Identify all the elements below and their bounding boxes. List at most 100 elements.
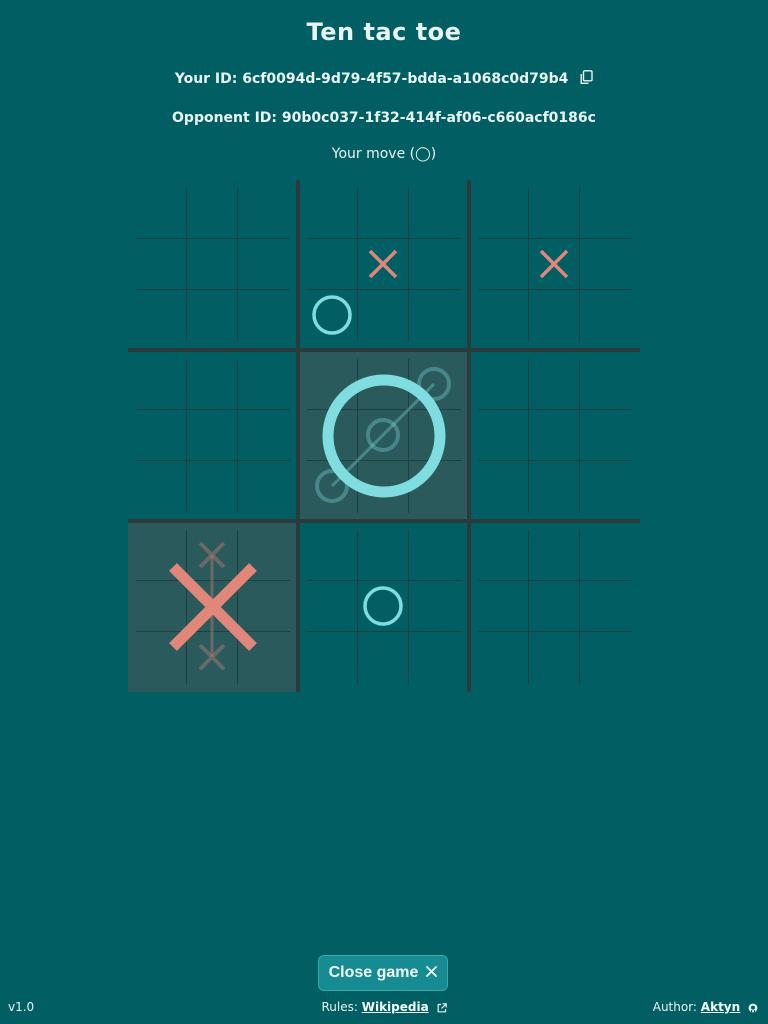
board-cell[interactable] — [307, 188, 357, 238]
board-cell[interactable] — [580, 188, 630, 238]
board-cell[interactable] — [580, 461, 630, 511]
board-cell[interactable] — [238, 581, 288, 631]
close-icon — [426, 964, 438, 982]
board-cell[interactable] — [238, 530, 288, 580]
board-cell[interactable] — [187, 632, 237, 682]
board-cell[interactable] — [238, 359, 288, 409]
board-cell[interactable] — [409, 188, 459, 238]
grid-line — [136, 289, 290, 290]
board-cell[interactable] — [529, 239, 579, 289]
board-cell[interactable] — [187, 239, 237, 289]
board-cell[interactable] — [307, 359, 357, 409]
board-cell[interactable] — [580, 530, 630, 580]
board-cell[interactable] — [136, 530, 186, 580]
board-cell[interactable] — [580, 239, 630, 289]
board-cell[interactable] — [136, 359, 186, 409]
board-cell[interactable] — [238, 290, 288, 340]
board-divider — [128, 519, 640, 523]
board-cell[interactable] — [409, 359, 459, 409]
board-cell[interactable] — [358, 239, 408, 289]
copy-icon[interactable] — [579, 70, 593, 85]
wikipedia-link[interactable]: Wikipedia — [362, 1000, 429, 1014]
board-cell[interactable] — [187, 188, 237, 238]
board-cell[interactable] — [358, 188, 408, 238]
board-cell[interactable] — [478, 461, 528, 511]
board-cell[interactable] — [358, 632, 408, 682]
board-cell[interactable] — [307, 410, 357, 460]
board-cell[interactable] — [136, 290, 186, 340]
board-cell[interactable] — [529, 581, 579, 631]
board-cell[interactable] — [529, 290, 579, 340]
board-cell[interactable] — [238, 632, 288, 682]
board-cell[interactable] — [409, 530, 459, 580]
board-cell[interactable] — [187, 530, 237, 580]
grid-line — [237, 188, 238, 342]
board-cell[interactable] — [478, 581, 528, 631]
board-cell[interactable] — [307, 239, 357, 289]
board-cell[interactable] — [478, 188, 528, 238]
author-link[interactable]: Aktyn — [701, 1000, 740, 1014]
board-cell[interactable] — [478, 359, 528, 409]
board-cell[interactable] — [580, 359, 630, 409]
grid-line — [408, 188, 409, 342]
board-cell[interactable] — [358, 581, 408, 631]
board-cell[interactable] — [187, 290, 237, 340]
board-cell[interactable] — [409, 581, 459, 631]
board-cell[interactable] — [187, 410, 237, 460]
board-cell[interactable] — [409, 410, 459, 460]
board-cell[interactable] — [580, 632, 630, 682]
board-cell[interactable] — [187, 461, 237, 511]
board-cell[interactable] — [409, 290, 459, 340]
board-cell[interactable] — [307, 461, 357, 511]
board-cell[interactable] — [187, 581, 237, 631]
board-cell[interactable] — [358, 530, 408, 580]
board-cell[interactable] — [529, 530, 579, 580]
board-cell[interactable] — [136, 239, 186, 289]
board-cell[interactable] — [136, 632, 186, 682]
board-cell[interactable] — [307, 530, 357, 580]
board-cell[interactable] — [478, 239, 528, 289]
board-cell[interactable] — [478, 410, 528, 460]
grid-line — [307, 580, 461, 581]
github-icon[interactable] — [748, 1002, 758, 1016]
rules-label: Rules: — [321, 1000, 358, 1014]
board-cell[interactable] — [238, 461, 288, 511]
board-cell[interactable] — [136, 581, 186, 631]
board-cell[interactable] — [580, 290, 630, 340]
board-cell[interactable] — [580, 410, 630, 460]
board-cell[interactable] — [238, 239, 288, 289]
board-cell[interactable] — [409, 632, 459, 682]
board-cell[interactable] — [238, 410, 288, 460]
board-cell[interactable] — [136, 410, 186, 460]
grid-line — [528, 530, 529, 684]
board-cell[interactable] — [358, 359, 408, 409]
board-cell[interactable] — [358, 290, 408, 340]
board-cell[interactable] — [238, 188, 288, 238]
board-cell[interactable] — [358, 410, 408, 460]
board-cell[interactable] — [307, 632, 357, 682]
board-cell[interactable] — [478, 290, 528, 340]
grid-line — [136, 580, 290, 581]
board-cell[interactable] — [529, 410, 579, 460]
board-cell[interactable] — [529, 188, 579, 238]
board-cell[interactable] — [409, 239, 459, 289]
board-cell[interactable] — [358, 461, 408, 511]
close-game-button[interactable]: Close game — [318, 955, 448, 991]
board-cell[interactable] — [307, 581, 357, 631]
board-cell[interactable] — [478, 632, 528, 682]
board-cell[interactable] — [478, 530, 528, 580]
board-cell[interactable] — [529, 359, 579, 409]
board-cell[interactable] — [136, 461, 186, 511]
board-cell[interactable] — [529, 461, 579, 511]
board-cell[interactable] — [136, 188, 186, 238]
your-id-value[interactable]: 6cf0094d-9d79-4f57-bdda-a1068c0d79b4 — [242, 71, 568, 87]
board-cell[interactable] — [307, 290, 357, 340]
grid-line — [579, 188, 580, 342]
grid-line — [357, 530, 358, 684]
board-cell[interactable] — [529, 632, 579, 682]
board-cell[interactable] — [409, 461, 459, 511]
board-cell[interactable] — [187, 359, 237, 409]
board-cell[interactable] — [580, 581, 630, 631]
grid-line — [307, 460, 461, 461]
grid-line — [408, 359, 409, 513]
